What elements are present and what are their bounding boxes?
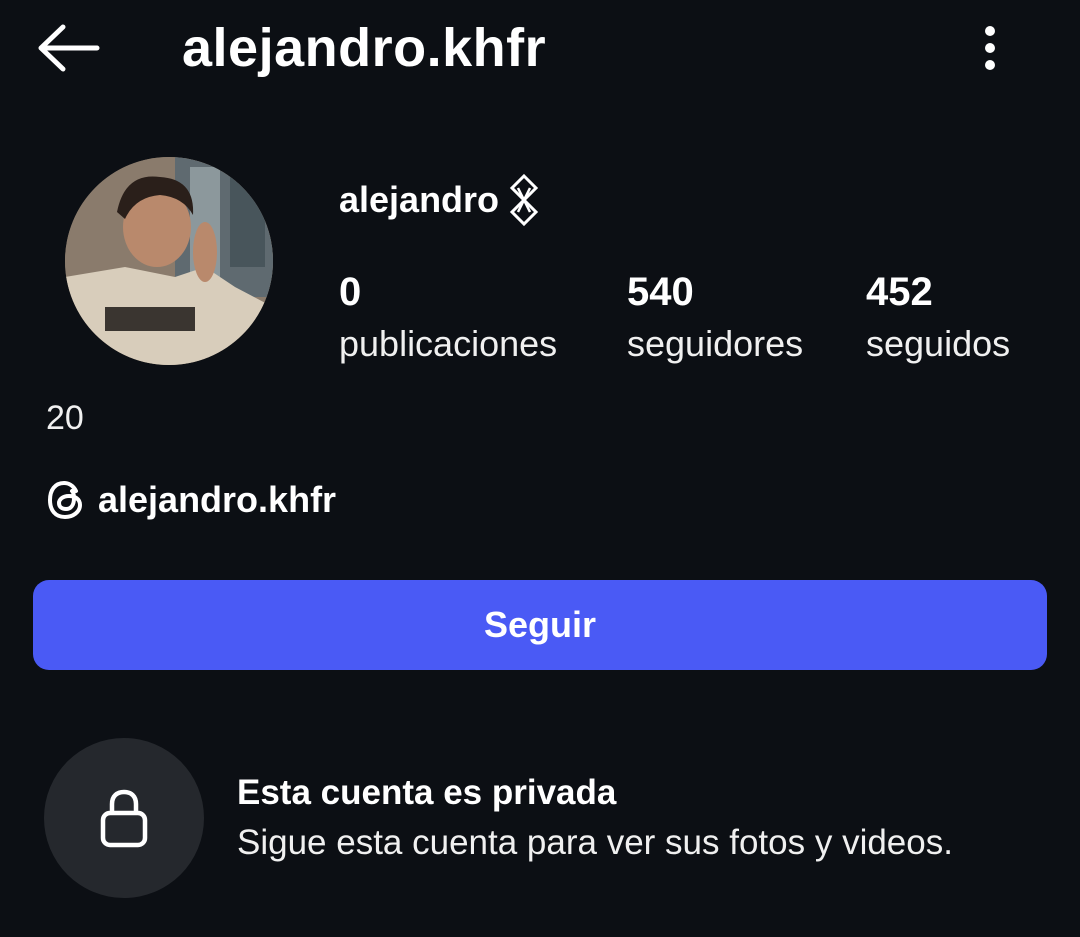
followers-label: seguidores: [627, 323, 804, 364]
arrow-left-icon: [38, 24, 100, 72]
stat-followers[interactable]: 540 seguidores: [627, 266, 803, 370]
lock-icon: [100, 789, 148, 848]
private-account-subtitle: Sigue esta cuenta para ver sus fotos y v…: [237, 823, 953, 862]
page-title: alejandro.khfr: [182, 18, 547, 78]
back-button[interactable]: [30, 18, 106, 78]
posts-count: 0: [339, 270, 362, 314]
stat-following[interactable]: 452 seguidos: [866, 266, 1010, 370]
more-vertical-icon: [985, 26, 995, 70]
followers-count: 540: [627, 270, 694, 314]
bio-text: 20: [46, 399, 84, 437]
diamond-chain-icon: [509, 173, 539, 227]
stat-posts[interactable]: 0 publicaciones: [339, 266, 557, 370]
private-account-title: Esta cuenta es privada: [237, 773, 617, 812]
profile-photo: [65, 157, 273, 365]
following-label: seguidos: [866, 323, 1011, 364]
threads-handle: alejandro.khfr: [98, 479, 337, 520]
threads-link[interactable]: alejandro.khfr: [46, 472, 336, 528]
display-name-row: alejandro: [339, 172, 539, 228]
avatar[interactable]: [65, 157, 273, 365]
posts-label: publicaciones: [339, 323, 558, 364]
display-name: alejandro: [339, 179, 500, 220]
follow-button[interactable]: Seguir: [33, 580, 1047, 670]
threads-icon: [47, 480, 83, 520]
top-bar: alejandro.khfr: [0, 0, 1080, 100]
private-lock-badge: [44, 738, 204, 898]
more-options-button[interactable]: [960, 18, 1020, 78]
following-count: 452: [866, 270, 933, 314]
